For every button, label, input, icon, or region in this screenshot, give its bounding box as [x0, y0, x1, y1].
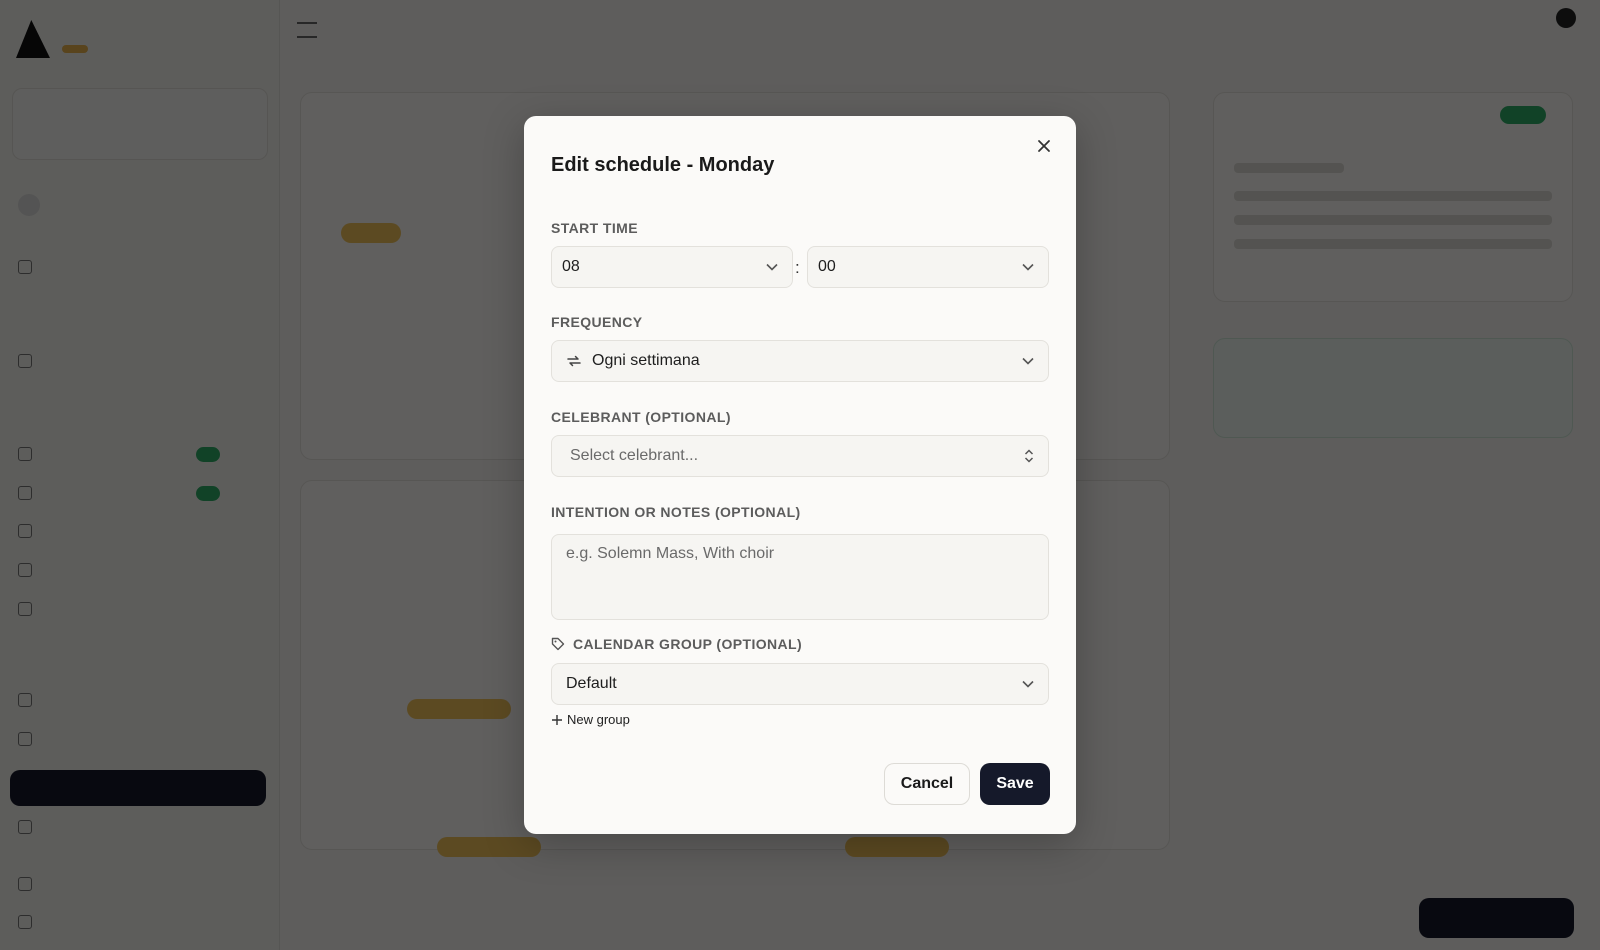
notes-textarea[interactable]: e.g. Solemn Mass, With choir	[551, 534, 1049, 620]
calendar-group-select[interactable]: Default	[551, 663, 1049, 705]
celebrant-placeholder: Select celebrant...	[570, 447, 699, 464]
chevron-down-icon	[1022, 263, 1034, 271]
new-group-button[interactable]: New group	[551, 712, 630, 727]
notes-placeholder: e.g. Solemn Mass, With choir	[566, 545, 775, 562]
chevrons-up-down-icon	[1024, 449, 1034, 463]
minute-value: 00	[818, 258, 836, 275]
notes-label: INTENTION OR NOTES (OPTIONAL)	[551, 504, 801, 520]
calendar-group-value: Default	[566, 675, 617, 692]
start-time-label: START TIME	[551, 220, 638, 236]
frequency-value: Ogni settimana	[592, 352, 700, 369]
time-separator: :	[795, 258, 800, 277]
chevron-down-icon	[1022, 357, 1034, 365]
new-group-label: New group	[567, 712, 630, 727]
minute-select[interactable]: 00	[807, 246, 1049, 288]
frequency-label: FREQUENCY	[551, 314, 643, 330]
celebrant-label: CELEBRANT (OPTIONAL)	[551, 409, 731, 425]
edit-schedule-dialog: Edit schedule - Monday START TIME 08 : 0…	[524, 116, 1076, 834]
repeat-icon	[567, 355, 581, 367]
hour-select[interactable]: 08	[551, 246, 793, 288]
calendar-group-label-text: CALENDAR GROUP (OPTIONAL)	[573, 636, 803, 652]
save-button[interactable]: Save	[980, 763, 1050, 805]
hour-value: 08	[562, 258, 580, 275]
close-icon	[1038, 140, 1050, 152]
plus-icon	[552, 714, 562, 725]
frequency-select[interactable]: Ogni settimana	[551, 340, 1049, 382]
chevron-down-icon	[766, 263, 778, 271]
calendar-group-label: CALENDAR GROUP (OPTIONAL)	[551, 636, 802, 652]
cancel-button[interactable]: Cancel	[884, 763, 970, 805]
close-button[interactable]	[1032, 134, 1056, 158]
celebrant-select[interactable]: Select celebrant...	[551, 435, 1049, 477]
chevron-down-icon	[1022, 680, 1034, 688]
dialog-title: Edit schedule - Monday	[551, 154, 775, 176]
tag-icon	[551, 637, 565, 651]
